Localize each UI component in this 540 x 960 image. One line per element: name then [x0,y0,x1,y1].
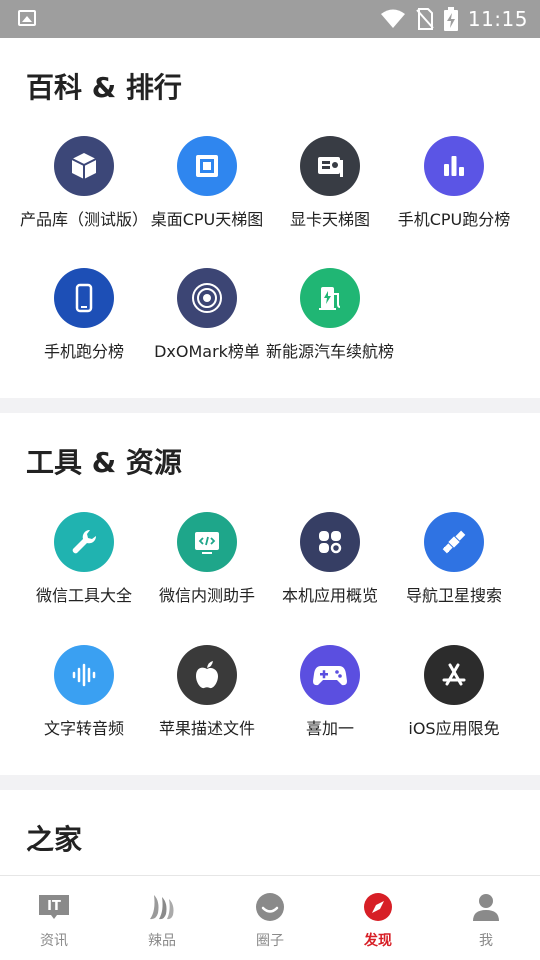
section-title: 工具 & 资源 [26,446,182,479]
user-icon [432,890,540,924]
tab-label: 资讯 [40,933,68,949]
tab-chili[interactable]: 辣品 [108,876,216,960]
tab-label: 圈子 [256,933,284,949]
tile-ev-range-ranking[interactable]: 新能源汽车续航榜 [262,268,398,361]
tile-label: 苹果描述文件 [158,719,255,738]
status-bar: 11:15 [0,0,540,38]
svg-text:IT: IT [47,899,61,914]
it-news-icon: IT [0,890,108,924]
tile-text-to-audio[interactable]: 文字转音频 [16,645,152,738]
no-sim-icon [416,8,434,30]
tile-product-library[interactable]: 产品库（测试版） [16,136,152,229]
box-icon [54,136,114,196]
tab-news[interactable]: IT 资讯 [0,876,108,960]
section-title: 百科 & 排行 [26,71,182,104]
tile-installed-apps-overview[interactable]: 本机应用概览 [262,512,398,605]
app-store-icon [424,645,484,705]
tile-dxomark[interactable]: DxOMark榜单 [139,268,275,361]
tile-label: 显卡天梯图 [289,210,370,229]
tile-wechat-beta-helper[interactable]: 微信内测助手 [139,512,275,605]
tile-phone-benchmark[interactable]: 手机跑分榜 [16,268,152,361]
tab-circle[interactable]: 圈子 [216,876,324,960]
wrench-icon [54,512,114,572]
clock: 11:15 [467,7,528,31]
tile-gnss-satellite-search[interactable]: 导航卫星搜索 [386,512,522,605]
ev-charger-icon [300,268,360,328]
tile-label: 手机跑分榜 [43,342,124,361]
tile-label: iOS应用限免 [408,719,500,738]
chili-icon [108,890,216,924]
tile-label: 桌面CPU天梯图 [150,210,264,229]
apple-icon [177,645,237,705]
tile-desktop-cpu-ladder[interactable]: 桌面CPU天梯图 [139,136,275,229]
smartphone-icon [54,268,114,328]
tile-ios-free-apps[interactable]: iOS应用限免 [386,645,522,738]
code-window-icon [177,512,237,572]
apps-grid-icon [300,512,360,572]
tab-label: 我 [479,933,493,949]
tab-label: 辣品 [148,933,176,949]
section-home: 之家 [0,790,540,875]
tile-label: 喜加一 [305,719,354,738]
tile-label: 产品库（测试版） [19,210,148,229]
section-title: 之家 [26,823,83,856]
gamepad-icon [300,645,360,705]
wifi-icon [380,9,405,28]
cpu-chip-icon [177,136,237,196]
tile-label: 新能源汽车续航榜 [265,342,394,361]
tile-label: 本机应用概览 [281,586,378,605]
bottom-tab-bar: IT 资讯 辣品 圈子 发现 我 [0,875,540,960]
tile-label: DxOMark榜单 [154,342,260,361]
camera-lens-icon [177,268,237,328]
tile-gpu-ladder[interactable]: 显卡天梯图 [262,136,398,229]
tile-wechat-tools[interactable]: 微信工具大全 [16,512,152,605]
audio-wave-icon [54,645,114,705]
tab-label: 发现 [364,933,392,949]
section-encyclopedia-ranking: 百科 & 排行 产品库（测试版） 桌面CPU天梯图 显卡天梯图 手机CPU跑分榜… [0,38,540,398]
tile-label: 微信工具大全 [35,586,132,605]
status-icons: 11:15 [380,4,528,34]
tile-phone-cpu-benchmark[interactable]: 手机CPU跑分榜 [386,136,522,229]
tab-discover[interactable]: 发现 [324,876,432,960]
satellite-icon [424,512,484,572]
tile-label: 文字转音频 [43,719,124,738]
smile-icon [216,890,324,924]
bar-chart-icon [424,136,484,196]
tab-me[interactable]: 我 [432,876,540,960]
section-tools-resources: 工具 & 资源 微信工具大全 微信内测助手 本机应用概览 导航卫星搜索 文字转音… [0,413,540,775]
battery-charging-icon [443,7,458,31]
tile-free-games[interactable]: 喜加一 [262,645,398,738]
tile-label: 导航卫星搜索 [405,586,502,605]
tile-label: 微信内测助手 [158,586,255,605]
graphics-card-icon [300,136,360,196]
compass-icon [324,890,432,924]
tile-apple-profile[interactable]: 苹果描述文件 [139,645,275,738]
image-notification-icon [18,10,36,26]
tile-label: 手机CPU跑分榜 [397,210,511,229]
